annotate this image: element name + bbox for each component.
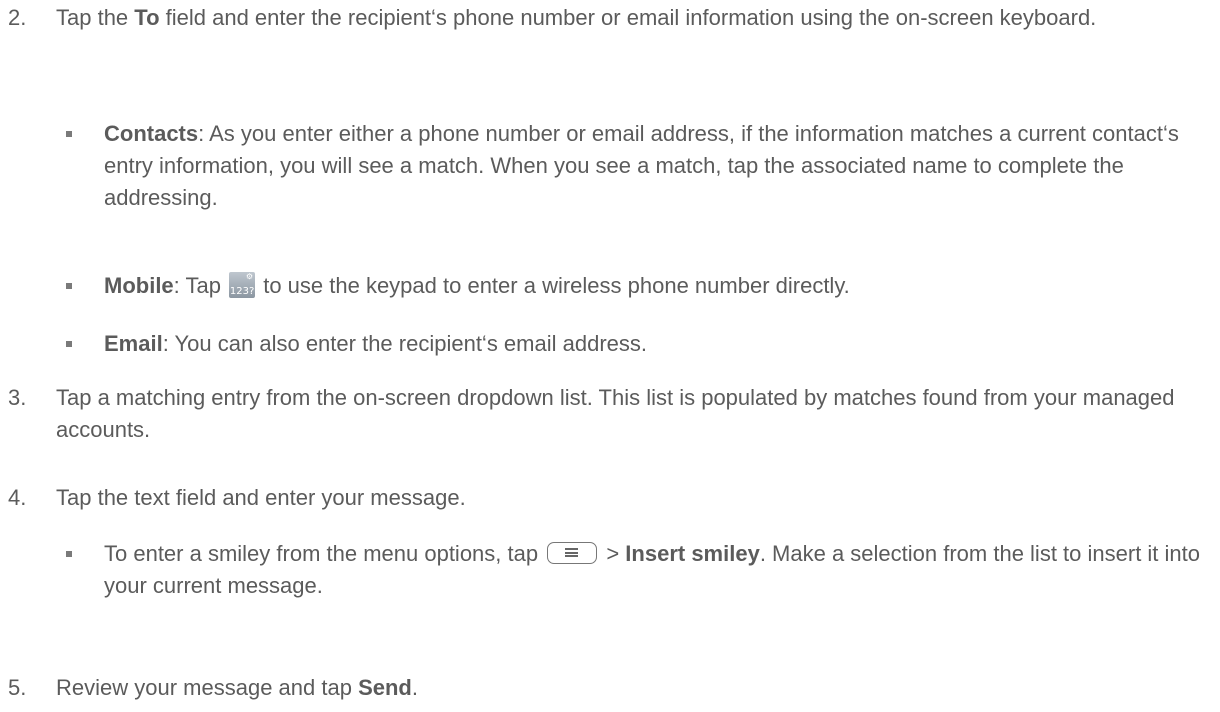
bullet-marker [60,538,104,602]
bullet-pre: To enter a smiley from the menu options,… [104,541,545,566]
bullet-bold: Contacts [104,121,199,146]
bullet-bold: Mobile [104,273,174,298]
step-text-bold: Send [358,675,412,700]
step-number: 4. [8,485,27,510]
gear-icon: ⚙ [245,272,254,281]
step-text-bold: To [134,5,160,30]
bullet-text: Contacts: As you enter either a phone nu… [104,118,1210,214]
step-text: Tap the To field and enter the recipient… [56,2,1208,34]
bullet-text: To enter a smiley from the menu options,… [104,538,1210,602]
bullet-marker [60,270,104,302]
step-text-pre: Tap the [56,5,135,30]
step-number: 5. [8,675,27,700]
bullet-post: to use the keypad to enter a wireless ph… [257,273,850,298]
step-text-pre: Review your message and tap [56,675,359,700]
step-number: 2. [8,5,27,30]
step-4: 4. Tap the text field and enter your mes… [8,482,1208,514]
step-3: 3. Tap a matching entry from the on-scre… [8,382,1208,446]
step-2: 2. Tap the To field and enter the recipi… [8,2,1208,34]
bullet-pre: : Tap [173,273,228,298]
bullet-mobile: Mobile: Tap ⚙ 123? to use the keypad to e… [60,270,1210,302]
bullet-contacts: Contacts: As you enter either a phone nu… [60,118,1210,214]
menu-key-icon [547,542,598,564]
step-text: Tap the text field and enter your messag… [56,485,466,510]
menu-lines-icon [565,548,579,557]
keypad-icon-label: 123? [229,286,255,297]
bullet-text: Email: You can also enter the recipient‘… [104,328,1210,360]
step-text-post: . [411,675,418,700]
bullet-email: Email: You can also enter the recipient‘… [60,328,1210,360]
step-text-post: field and enter the recipient‘s phone nu… [159,5,1097,30]
bullet-rest: : You can also enter the recipient‘s ema… [162,331,647,356]
bullet-insert-smiley: To enter a smiley from the menu options,… [60,538,1210,602]
bullet-bold: Email [104,331,163,356]
bullet-mid: > [600,541,626,566]
bullet-bold: Insert smiley [625,541,760,566]
bullet-marker [60,118,104,214]
step-number: 3. [8,385,27,410]
step-text: Review your message and tap Send. [56,672,1208,704]
instructions-page: 2. Tap the To field and enter the recipi… [0,0,1220,712]
bullet-text: Mobile: Tap ⚙ 123? to use the keypad to e… [104,270,1210,302]
keypad-icon: ⚙ 123? [229,272,256,298]
bullet-marker [60,328,104,360]
step-text: Tap a matching entry from the on-screen … [56,385,1175,442]
step-5: 5. Review your message and tap Send. [8,672,1208,704]
bullet-rest: : As you enter either a phone number or … [104,121,1179,210]
